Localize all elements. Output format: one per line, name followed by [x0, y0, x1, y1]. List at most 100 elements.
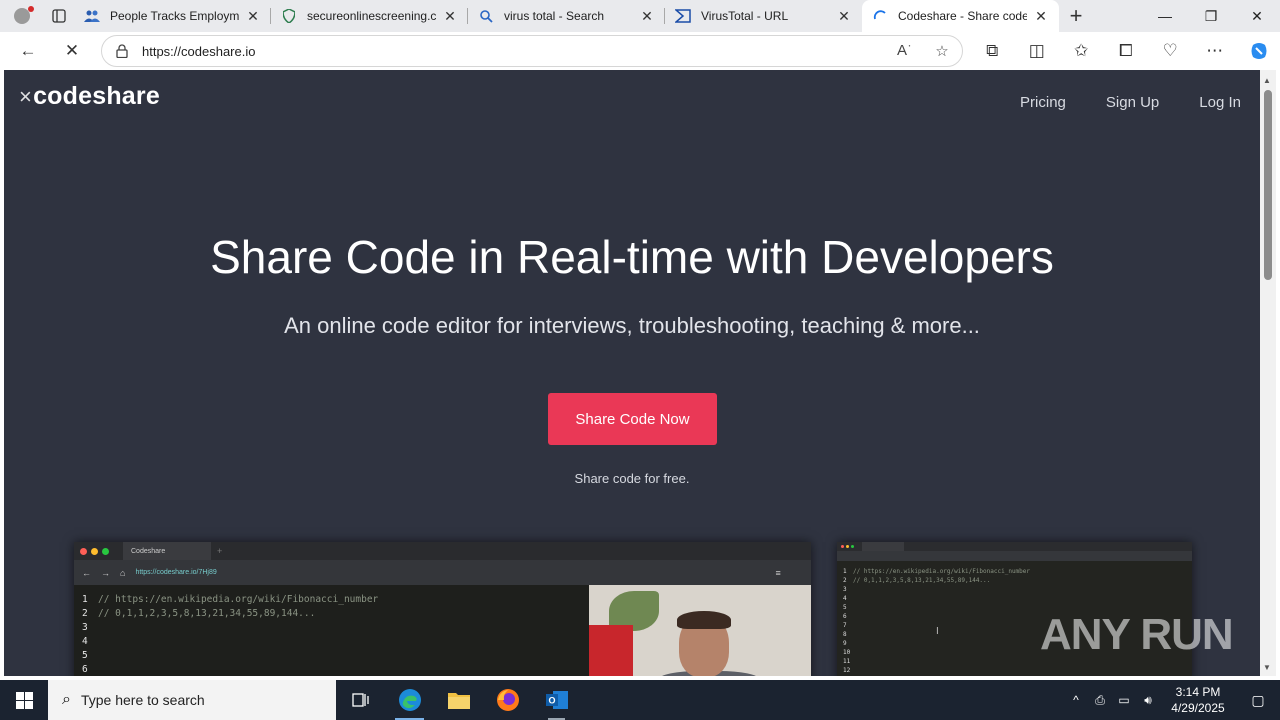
screenshot-tabbar: Codeshare + — [74, 542, 811, 560]
volume-icon[interactable]: 🔊︎ — [1136, 693, 1160, 708]
split-screen-icon[interactable]: ◫ — [1015, 32, 1060, 70]
tab-actions-button[interactable] — [44, 0, 74, 32]
browser-tab[interactable]: virus total - Search ✕ — [468, 0, 665, 32]
logo-mark-icon: × — [19, 84, 33, 109]
browser-tab[interactable]: secureonlinescreening.co ✕ — [271, 0, 468, 32]
new-tab-button[interactable]: + — [1059, 0, 1093, 32]
screenshot-menu-icon: ≡ — [775, 567, 781, 578]
code-line: 3 — [82, 622, 88, 633]
text-cursor-icon: I — [936, 626, 939, 637]
device-icon[interactable]: ⎙ — [1088, 693, 1112, 708]
screenshot-newtab-icon: + — [217, 546, 223, 556]
scrollbar-thumb[interactable] — [1264, 90, 1272, 280]
system-tray: ^ ⎙ ▭ 🔊︎ 3:14 PM 4/29/2025 ▢ — [1064, 680, 1280, 720]
codeshare-logo[interactable]: ×codeshare — [19, 82, 160, 111]
tab-actions-icon — [52, 9, 66, 23]
browser-tab[interactable]: People Tracks Employme ✕ — [74, 0, 271, 32]
taskbar-clock[interactable]: 3:14 PM 4/29/2025 — [1160, 684, 1236, 716]
code-line: 1// https://en.wikipedia.org/wiki/Fibona… — [843, 568, 1031, 575]
window-controls: — ❐ ✕ — [1142, 0, 1280, 32]
close-dot-icon — [841, 545, 844, 548]
taskbar-search-placeholder: Type here to search — [80, 692, 205, 708]
screenshot-code: 1// https://en.wikipedia.org/wiki/Fibona… — [74, 585, 592, 676]
browser-essentials-icon[interactable]: ♡ — [1148, 32, 1193, 70]
settings-more-icon[interactable]: ⋯ — [1193, 32, 1238, 70]
hero-title: Share Code in Real-time with Developers — [210, 231, 1054, 283]
nav-signup-link[interactable]: Sign Up — [1106, 94, 1159, 111]
search-icon: ⌕ — [62, 691, 71, 708]
screenshot-tab-label: Codeshare — [123, 542, 211, 560]
nav-pricing-link[interactable]: Pricing — [1020, 94, 1066, 111]
maximize-dot-icon — [851, 545, 854, 548]
network-icon[interactable]: ▭ — [1112, 693, 1136, 707]
people-icon — [84, 8, 100, 24]
screenshot-addressbar: ← → ⌂ https://codeshare.io/7Hj89 ≡ — [74, 560, 811, 585]
video-chat-preview — [589, 585, 811, 676]
minimize-dot-icon — [846, 545, 849, 548]
code-line: 3 — [843, 586, 847, 593]
clock-date: 4/29/2025 — [1171, 701, 1225, 715]
anyrun-watermark: ANY RUN — [1040, 610, 1234, 659]
read-aloud-icon[interactable]: A͘ — [882, 42, 922, 60]
copilot-icon[interactable] — [1237, 32, 1280, 70]
screenshot-url: https://codeshare.io/7Hj89 — [135, 569, 217, 576]
close-tab-icon[interactable]: ✕ — [836, 8, 852, 25]
outlook-icon[interactable]: O — [532, 680, 581, 720]
cta-note: Share code for free. — [574, 471, 690, 486]
show-hidden-icons-icon[interactable]: ^ — [1064, 693, 1088, 707]
scroll-up-icon[interactable]: ▲ — [1263, 76, 1271, 85]
tab-title: Codeshare - Share code — [898, 9, 1027, 23]
code-line: 4 — [843, 595, 847, 602]
address-bar[interactable]: https://codeshare.io A͘ ☆ — [101, 35, 963, 67]
close-tab-icon[interactable]: ✕ — [245, 8, 261, 25]
browser-toolbar: ← ✕ https://codeshare.io A͘ ☆ ⧉ ◫ ✩ ⧠ ♡ … — [0, 32, 1280, 70]
nav-login-link[interactable]: Log In — [1199, 94, 1241, 111]
tab-title: VirusTotal - URL — [701, 9, 789, 23]
stop-loading-button[interactable]: ✕ — [56, 32, 88, 70]
code-line: 2// 0,1,1,2,3,5,8,13,21,34,55,89,144... — [843, 577, 991, 584]
notification-dot — [28, 6, 34, 12]
screenshot-tabbar — [837, 542, 1192, 551]
person-hair-image — [677, 611, 731, 629]
close-icon: ✕ — [64, 41, 80, 60]
back-arrow-icon: ← — [19, 41, 37, 60]
close-window-icon[interactable]: ✕ — [1234, 0, 1280, 32]
browser-tab-active[interactable]: Codeshare - Share code ✕ — [862, 0, 1059, 32]
lock-icon[interactable] — [102, 44, 142, 58]
url-text[interactable]: https://codeshare.io — [142, 44, 882, 59]
favorites-icon[interactable]: ✩ — [1059, 32, 1104, 70]
task-view-icon[interactable] — [336, 680, 385, 720]
taskbar-search[interactable]: ⌕ Type here to search — [48, 680, 336, 720]
close-tab-icon[interactable]: ✕ — [639, 8, 655, 25]
share-code-now-button[interactable]: Share Code Now — [548, 393, 717, 445]
firefox-icon[interactable] — [483, 680, 532, 720]
browser-tab[interactable]: VirusTotal - URL ✕ — [665, 0, 862, 32]
code-line: 2// 0,1,1,2,3,5,8,13,21,34,55,89,144... — [82, 608, 316, 619]
extensions-icon[interactable]: ⧉ — [970, 32, 1015, 70]
logo-text: codeshare — [33, 82, 160, 110]
code-line: 4 — [82, 636, 88, 647]
file-explorer-icon[interactable] — [434, 680, 483, 720]
close-tab-icon[interactable]: ✕ — [442, 8, 458, 25]
top-nav: Pricing Sign Up Log In — [1020, 94, 1241, 111]
screenshot-back-icon: ← — [82, 567, 91, 578]
start-button[interactable] — [0, 680, 48, 720]
profile-button[interactable] — [0, 0, 44, 32]
collections-icon[interactable]: ⧠ — [1104, 32, 1149, 70]
tab-title: People Tracks Employme — [110, 9, 239, 23]
window-border — [1276, 70, 1280, 676]
code-line: 12 — [843, 667, 851, 674]
restore-icon[interactable]: ❐ — [1188, 0, 1234, 32]
back-button[interactable]: ← — [0, 32, 56, 70]
minimize-icon[interactable]: — — [1142, 0, 1188, 32]
notifications-icon[interactable]: ▢ — [1236, 692, 1280, 709]
favorite-star-icon[interactable]: ☆ — [922, 42, 962, 60]
screenshot-home-icon: ⌂ — [120, 567, 126, 578]
windows-taskbar: ⌕ Type here to search O ^ ⎙ ▭ 🔊︎ 3:14 PM… — [0, 680, 1280, 720]
code-line: 5 — [82, 650, 88, 661]
close-tab-icon[interactable]: ✕ — [1033, 8, 1049, 25]
page-scrollbar[interactable]: ▲ ▼ — [1260, 70, 1276, 676]
tab-title: secureonlinescreening.co — [307, 9, 436, 23]
scroll-down-icon[interactable]: ▼ — [1263, 663, 1271, 672]
edge-icon[interactable] — [385, 680, 434, 720]
